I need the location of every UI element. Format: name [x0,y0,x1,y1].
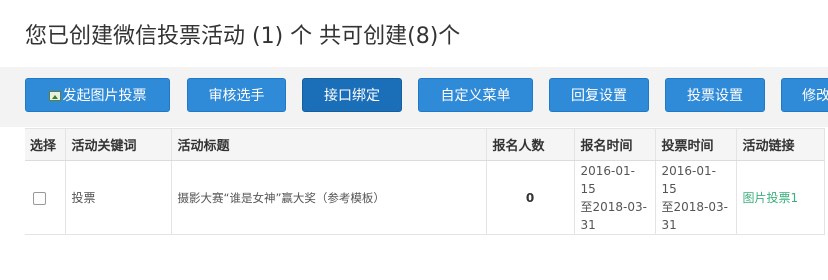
start-picture-vote-label: 发起图片投票 [62,88,147,104]
toolbar: 发起图片投票 审核选手 接口绑定 自定义菜单 回复设置 投票设置 修改 [0,67,828,127]
vote-time-line-3: 31 [661,217,677,232]
col-select: 选择 [25,128,66,161]
page-title: 您已创建微信投票活动 (1) 个 共可创建(8)个 [25,24,461,49]
col-title: 活动标题 [171,128,487,161]
keyword-cell: 投票 [65,160,172,235]
col-keyword: 活动关键词 [65,128,172,161]
signups-cell: 0 [486,160,575,235]
review-contestants-button[interactable]: 审核选手 [187,78,286,112]
vote-time-line-2: 至2018-03- [661,199,728,214]
vote-time-cell: 2016-01-15 至2018-03- 31 [655,160,737,235]
col-link: 活动链接 [736,128,825,161]
signup-time-line-2: 至2018-03- [580,199,647,214]
picture-icon [48,91,61,101]
title-cell: 摄影大赛“谁是女神”赢大奖（参考模板） [171,160,487,235]
table-row: 投票 摄影大赛“谁是女神”赢大奖（参考模板） 0 2016-01-15 至201… [25,160,825,235]
modify-button[interactable]: 修改 [781,78,828,112]
link-cell: 图片投票1 [736,160,825,235]
activity-table: 选择 活动关键词 活动标题 报名人数 报名时间 投票时间 活动链接 投票 摄影大… [25,128,825,235]
activity-link[interactable]: 图片投票1 [743,191,799,205]
interface-binding-button[interactable]: 接口绑定 [302,78,402,112]
signup-time-line-1: 2016-01-15 [580,163,635,196]
col-signup-time: 报名时间 [574,128,656,161]
start-picture-vote-button[interactable]: 发起图片投票 [25,78,170,112]
signup-time-line-3: 31 [580,217,596,232]
row-checkbox[interactable] [33,191,46,205]
table-header-row: 选择 活动关键词 活动标题 报名人数 报名时间 投票时间 活动链接 [25,128,825,161]
col-vote-time: 投票时间 [655,128,737,161]
custom-menu-button[interactable]: 自定义菜单 [418,78,533,112]
reply-settings-button[interactable]: 回复设置 [549,78,649,112]
select-cell [25,160,66,235]
col-signups: 报名人数 [486,128,575,161]
signup-time-cell: 2016-01-15 至2018-03- 31 [574,160,656,235]
vote-settings-button[interactable]: 投票设置 [665,78,765,112]
vote-time-line-1: 2016-01-15 [661,163,716,196]
